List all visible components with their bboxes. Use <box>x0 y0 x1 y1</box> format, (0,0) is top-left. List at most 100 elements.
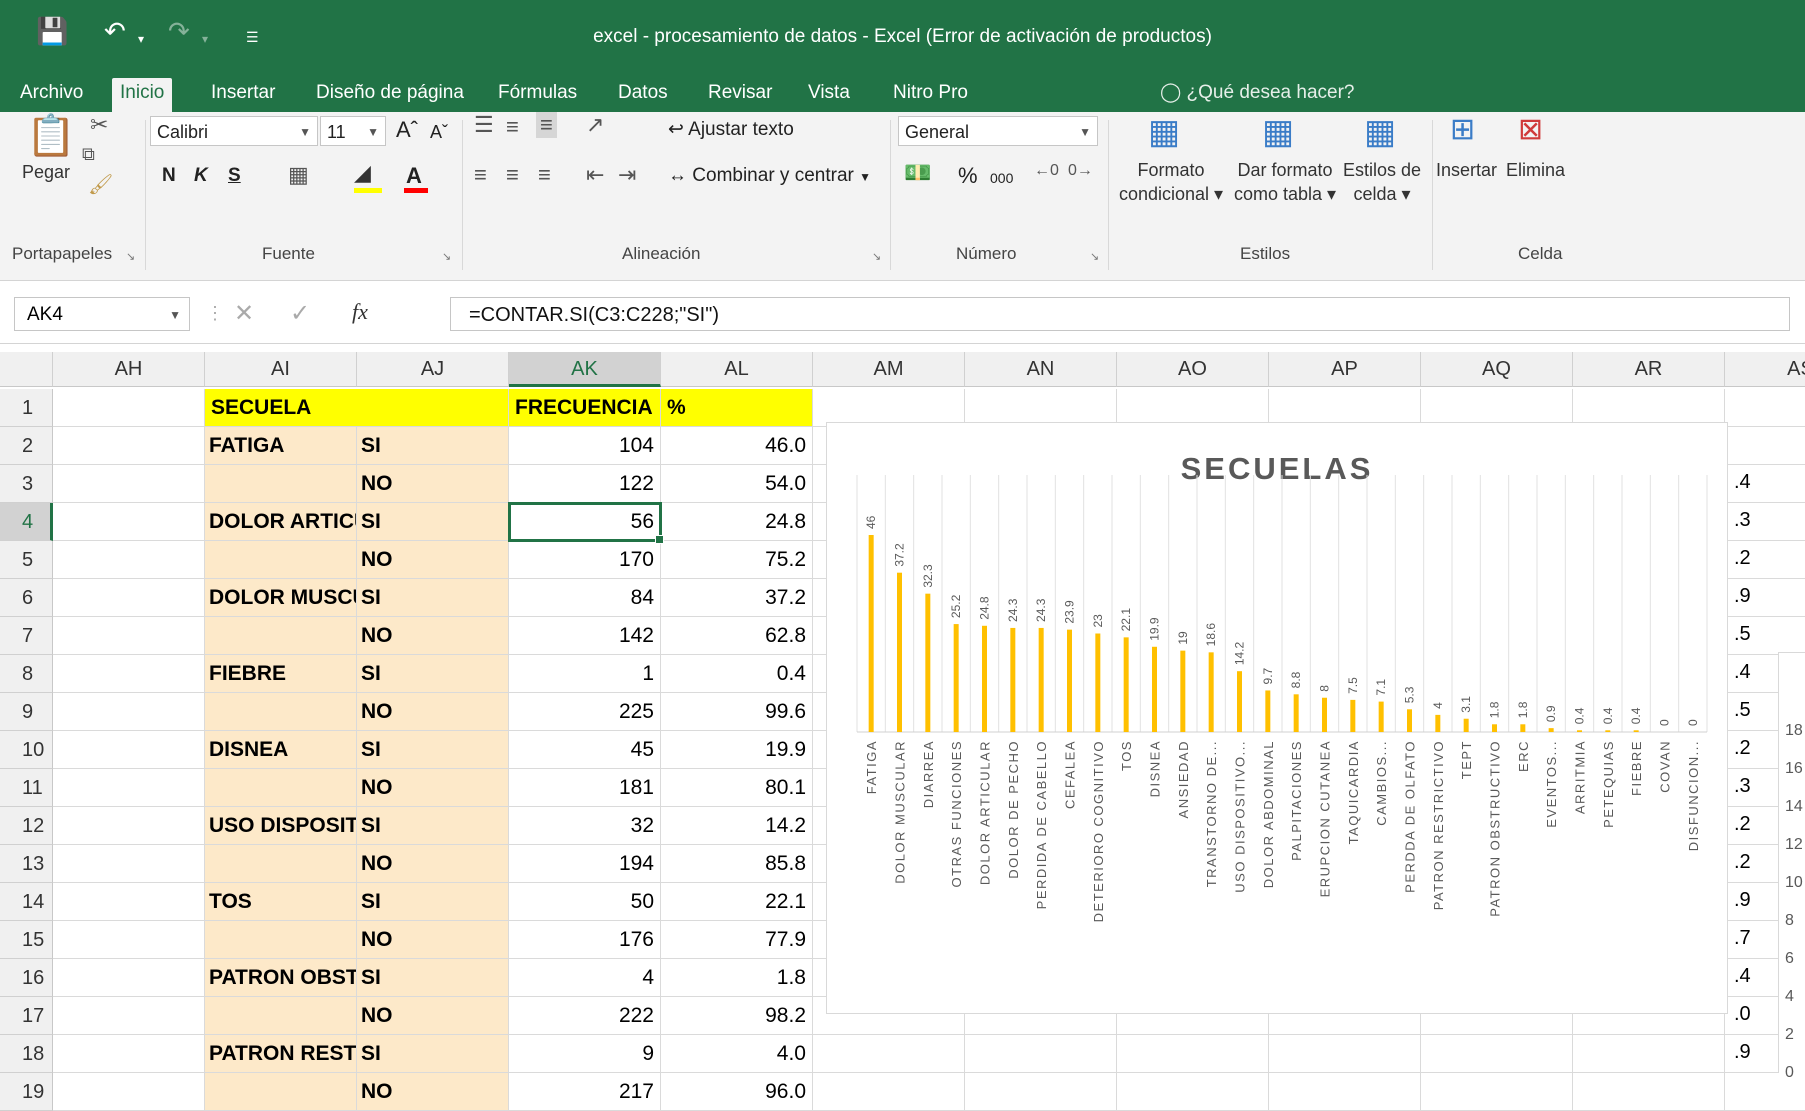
column-header-ap[interactable]: AP <box>1269 352 1421 387</box>
insert-cells-button[interactable]: Insertar <box>1436 158 1497 182</box>
grid-cell[interactable] <box>1421 1073 1573 1111</box>
wrap-text-button[interactable]: ↩ Ajustar texto <box>668 118 794 142</box>
number-format-combo[interactable]: General ▼ <box>898 116 1098 146</box>
alignment-launcher-icon[interactable]: ↘ <box>872 250 881 263</box>
grid-cell[interactable] <box>53 1073 205 1111</box>
grid-cell[interactable] <box>53 1035 205 1073</box>
fill-color-icon[interactable]: ◢ <box>354 160 371 186</box>
cell-si-no[interactable]: NO <box>357 693 509 731</box>
grid-cell[interactable] <box>1725 427 1805 465</box>
cell-percent[interactable]: 96.0 <box>661 1073 813 1111</box>
tab-vista[interactable]: Vista <box>800 78 858 112</box>
cell-secuela[interactable]: FATIGA <box>205 427 357 465</box>
grid-cell[interactable] <box>53 769 205 807</box>
cell-frecuencia[interactable]: 104 <box>509 427 661 465</box>
cell-si-no[interactable]: NO <box>357 1073 509 1111</box>
function-icon[interactable]: fx <box>352 299 368 325</box>
font-color-icon[interactable]: A <box>406 164 422 188</box>
tell-me-search[interactable]: ◯ ¿Qué desea hacer? <box>1160 78 1355 112</box>
cell-secuela[interactable] <box>205 921 357 959</box>
italic-button[interactable]: K <box>194 164 208 188</box>
merge-center-button[interactable]: ↔ Combinar y centrar ▼ <box>668 164 871 189</box>
tab-revisar[interactable]: Revisar <box>700 78 780 112</box>
cell-si-no[interactable]: NO <box>357 465 509 503</box>
cell-si-no[interactable]: SI <box>357 1035 509 1073</box>
row-header-18[interactable]: 18 <box>0 1035 53 1073</box>
cell-si-no[interactable]: SI <box>357 731 509 769</box>
cell-styles-button[interactable]: Estilos de celda ▾ <box>1338 158 1426 206</box>
grid-cell[interactable] <box>1573 1035 1725 1073</box>
thousands-button[interactable]: 000 <box>990 166 1013 190</box>
grid-cell[interactable] <box>53 617 205 655</box>
row-header-5[interactable]: 5 <box>0 541 53 579</box>
row-header-7[interactable]: 7 <box>0 617 53 655</box>
align-bottom-icon[interactable]: ≡ <box>536 112 557 138</box>
align-left-icon[interactable]: ≡ <box>474 162 487 188</box>
number-launcher-icon[interactable]: ↘ <box>1090 250 1099 263</box>
header-secuela[interactable]: SECUELA <box>205 389 509 427</box>
format-as-table-button[interactable]: Dar formato como tabla ▾ <box>1230 158 1340 206</box>
cell-secuela[interactable] <box>205 769 357 807</box>
cell-si-no[interactable]: NO <box>357 617 509 655</box>
column-header-as[interactable]: AS <box>1725 352 1805 387</box>
cell-secuela[interactable]: DOLOR ARTICULAR <box>205 503 357 541</box>
clipboard-launcher-icon[interactable]: ↘ <box>126 250 135 263</box>
cell-secuela[interactable]: PATRON RESTRICTIVO <box>205 1035 357 1073</box>
delete-cells-icon[interactable]: ⊠ <box>1518 112 1543 147</box>
cell-secuela[interactable] <box>205 617 357 655</box>
borders-icon[interactable]: ▦ <box>288 162 309 188</box>
bold-button[interactable]: N <box>162 164 176 188</box>
font-size-combo[interactable]: 11 ▼ <box>320 116 386 146</box>
align-right-icon[interactable]: ≡ <box>538 162 551 188</box>
tab-inicio[interactable]: Inicio <box>112 78 173 112</box>
delete-cells-button[interactable]: Elimina <box>1506 158 1565 182</box>
grid-cell[interactable] <box>965 1035 1117 1073</box>
cell-secuela[interactable] <box>205 541 357 579</box>
cell-si-no[interactable]: NO <box>357 769 509 807</box>
column-header-an[interactable]: AN <box>965 352 1117 387</box>
insert-cells-icon[interactable]: ⊞ <box>1450 112 1475 147</box>
grid-cell[interactable] <box>53 883 205 921</box>
cell-si-no[interactable]: SI <box>357 503 509 541</box>
cell-secuela[interactable] <box>205 1073 357 1111</box>
tab-diseno-pagina[interactable]: Diseño de página <box>308 78 472 112</box>
cell-si-no[interactable]: SI <box>357 655 509 693</box>
cell-percent[interactable]: 1.8 <box>661 959 813 997</box>
cell-percent[interactable]: 14.2 <box>661 807 813 845</box>
cell-si-no[interactable]: NO <box>357 921 509 959</box>
underline-button[interactable]: S <box>228 164 241 188</box>
cell-percent[interactable]: 80.1 <box>661 769 813 807</box>
drag-handle-icon[interactable]: ⋮ <box>206 303 224 324</box>
grid-cell[interactable] <box>53 807 205 845</box>
header-percent[interactable]: % <box>661 389 813 427</box>
select-all-corner[interactable] <box>0 352 53 387</box>
grid-cell[interactable] <box>813 1073 965 1111</box>
decrease-decimal-icon[interactable]: 0→ <box>1068 162 1093 180</box>
font-name-combo[interactable]: Calibri ▼ <box>150 116 318 146</box>
grid-cell[interactable] <box>1269 1035 1421 1073</box>
cell-frecuencia[interactable]: 9 <box>509 1035 661 1073</box>
cell-frecuencia[interactable]: 122 <box>509 465 661 503</box>
name-box[interactable]: AK4 ▼ <box>14 297 190 331</box>
grid-cell[interactable] <box>1573 1073 1725 1111</box>
cell-frecuencia[interactable]: 1 <box>509 655 661 693</box>
cell-frecuencia[interactable]: 181 <box>509 769 661 807</box>
cell-percent[interactable]: 98.2 <box>661 997 813 1035</box>
grid-cell[interactable] <box>1421 1035 1573 1073</box>
tab-nitro-pro[interactable]: Nitro Pro <box>885 78 976 112</box>
column-header-al[interactable]: AL <box>661 352 813 387</box>
grid-cell[interactable] <box>1725 389 1805 427</box>
cell-secuela[interactable]: FIEBRE <box>205 655 357 693</box>
align-top-icon[interactable]: ☰ <box>474 112 494 138</box>
grid-cell[interactable] <box>1117 1035 1269 1073</box>
cell-percent[interactable]: 85.8 <box>661 845 813 883</box>
grid-cell[interactable] <box>53 997 205 1035</box>
align-center-icon[interactable]: ≡ <box>506 162 519 188</box>
format-as-table-icon[interactable]: ▦ <box>1262 112 1294 152</box>
cell-frecuencia[interactable]: 222 <box>509 997 661 1035</box>
cell-frecuencia[interactable]: 32 <box>509 807 661 845</box>
cell-secuela[interactable] <box>205 997 357 1035</box>
header-frecuencia[interactable]: FRECUENCIA <box>509 389 661 427</box>
cell-frecuencia[interactable]: 45 <box>509 731 661 769</box>
cell-frecuencia[interactable]: 84 <box>509 579 661 617</box>
